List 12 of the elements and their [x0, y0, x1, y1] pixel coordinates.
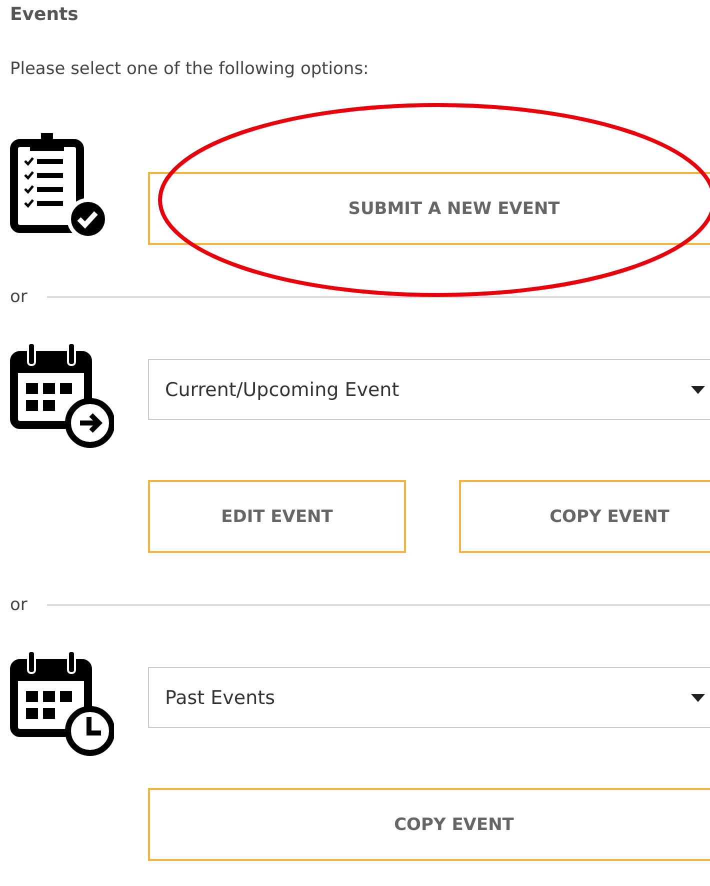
- page-title: Events: [10, 4, 80, 25]
- event-dropdown[interactable]: Current/Upcoming Event: [148, 359, 710, 420]
- event-button[interactable]: COPY EVENT: [148, 788, 710, 861]
- or-label: or: [10, 595, 28, 615]
- event-button[interactable]: EDIT EVENT: [148, 480, 406, 553]
- caret-icon: [691, 694, 705, 702]
- instruction-text: Please select one of the following options:: [10, 59, 370, 79]
- caret-icon: [691, 386, 705, 394]
- event-button[interactable]: SUBMIT A NEW EVENT: [148, 172, 710, 245]
- event-button[interactable]: COPY EVENT: [459, 480, 710, 553]
- event-dropdown[interactable]: Past Events: [148, 667, 710, 728]
- or-label: or: [10, 287, 28, 307]
